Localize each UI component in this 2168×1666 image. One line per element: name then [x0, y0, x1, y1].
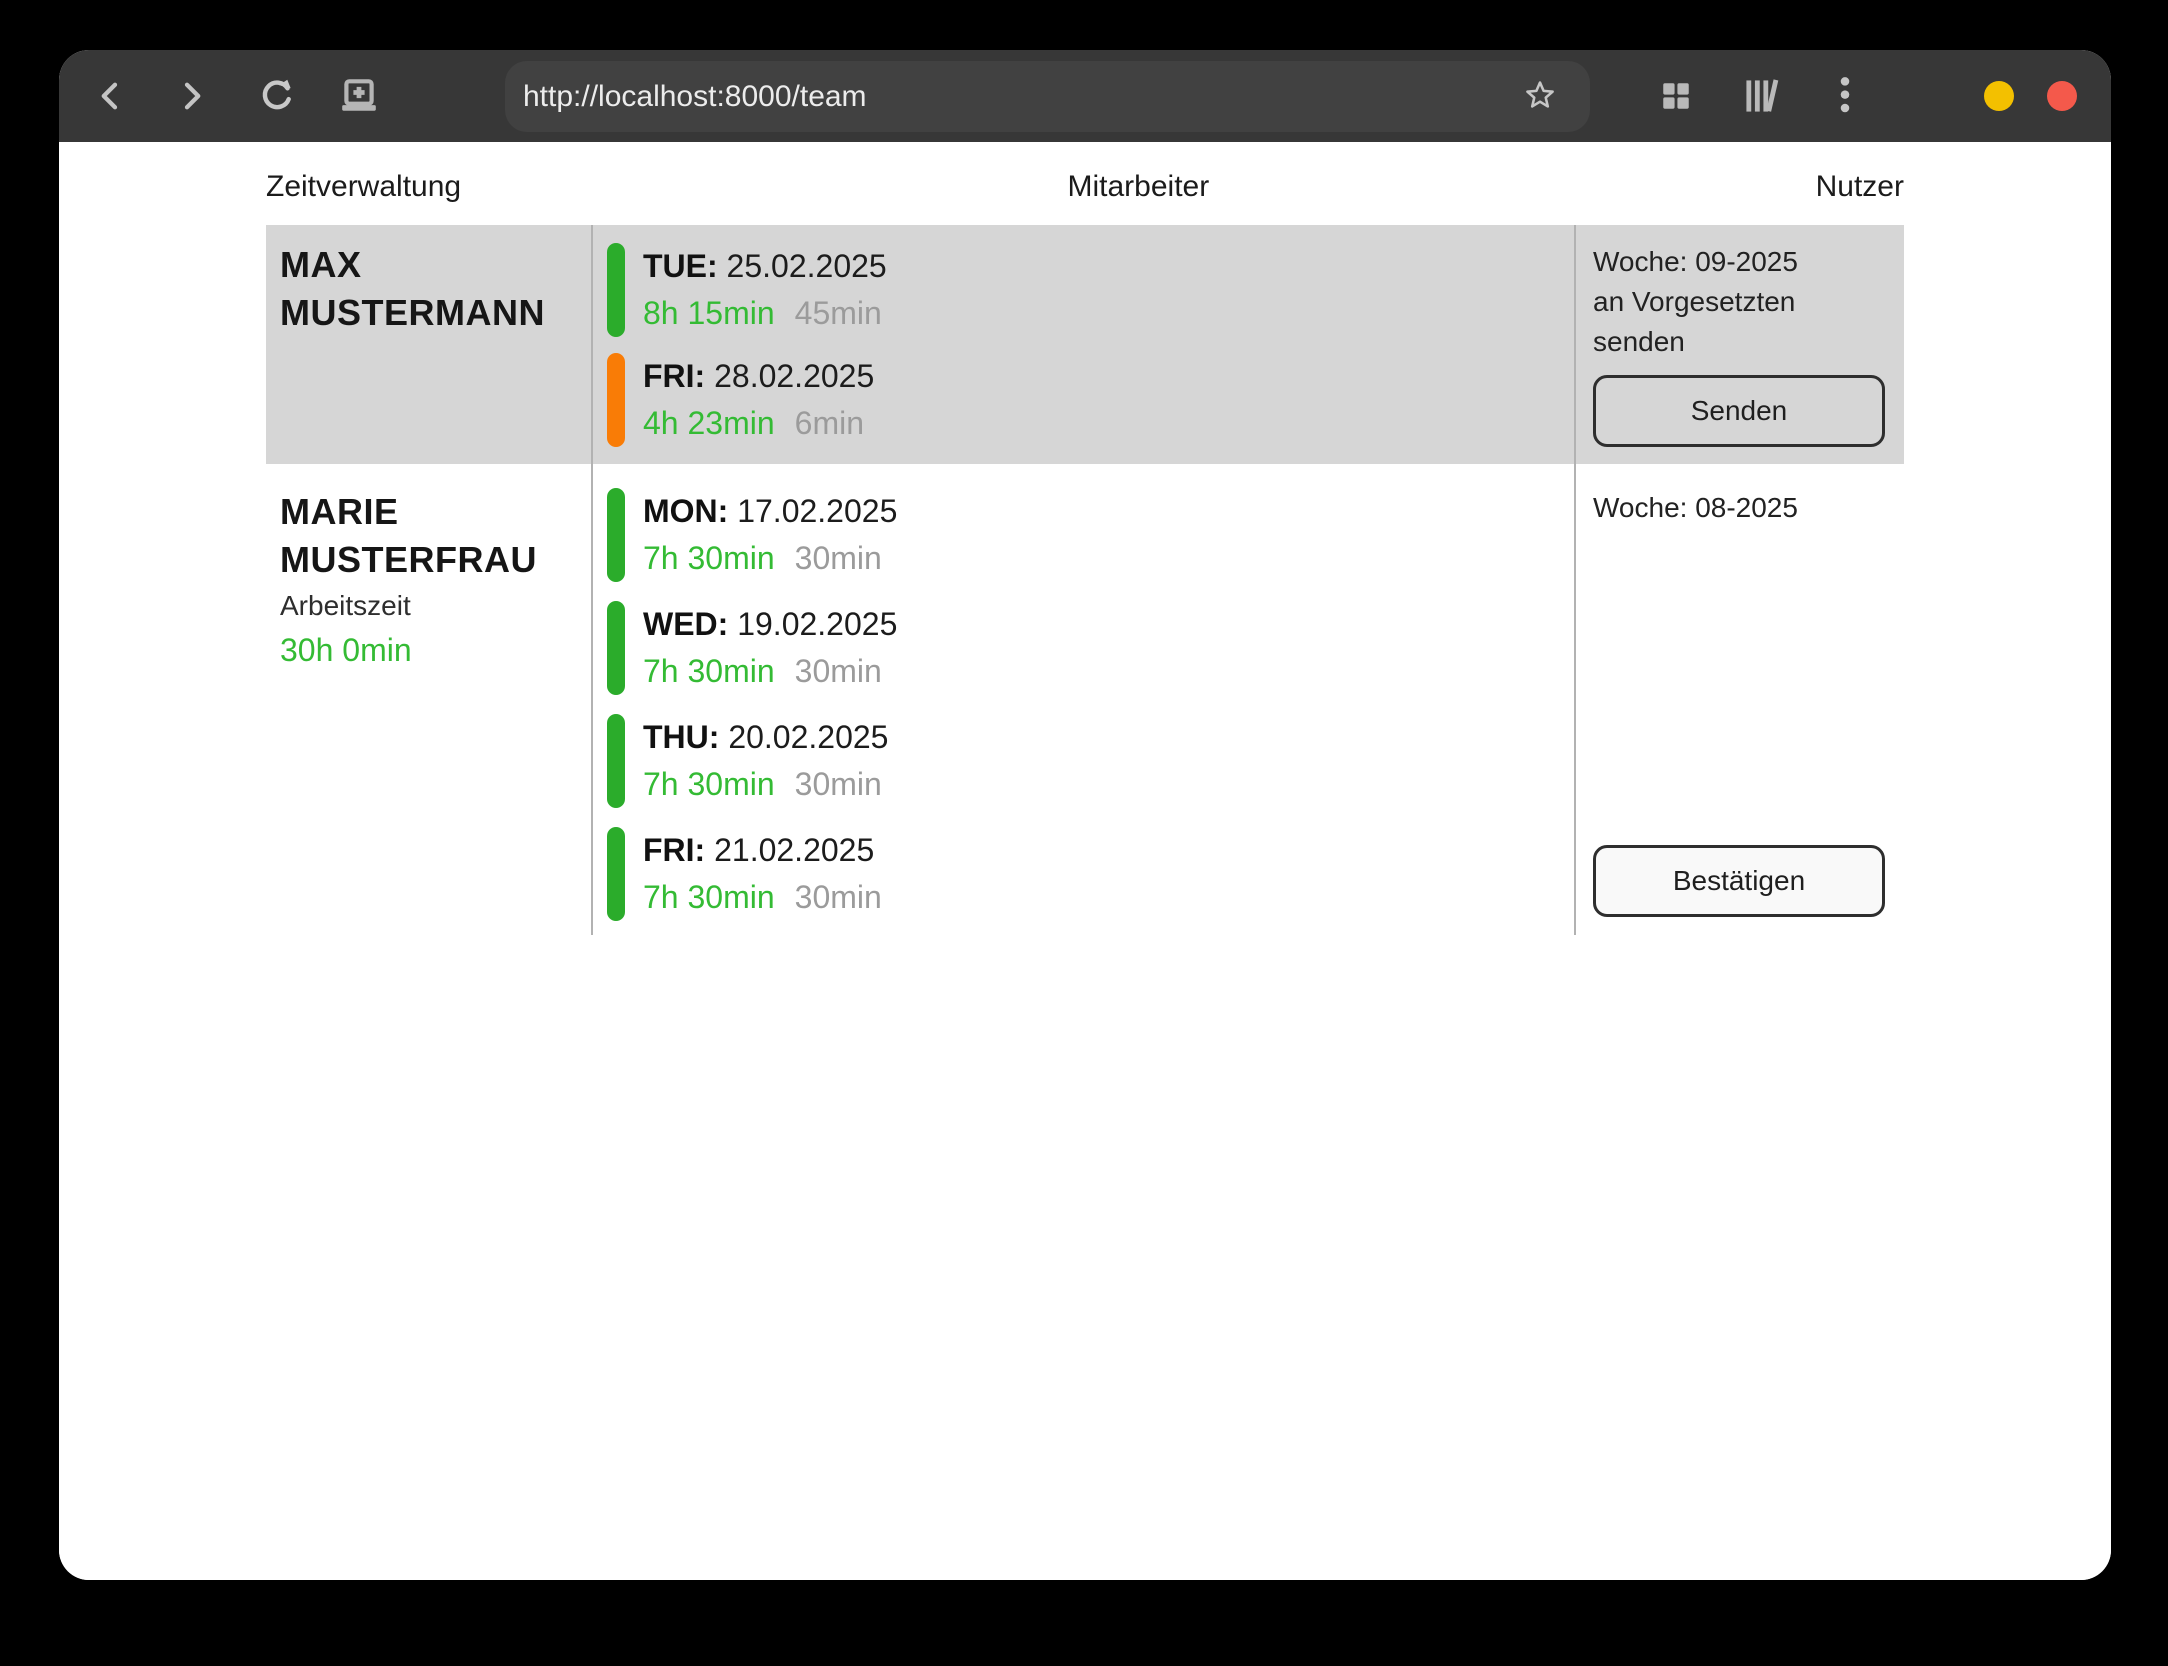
employee-name-marie: MARIE MUSTERFRAU Arbeitszeit 30h 0min: [280, 488, 537, 672]
entry-worked-time: 7h 30min: [643, 653, 775, 689]
library-button[interactable]: [1738, 72, 1786, 120]
bestaetigen-button[interactable]: Bestätigen: [1593, 845, 1885, 917]
entry-worked-time: 7h 30min: [643, 766, 775, 802]
status-bar: [607, 827, 625, 921]
entry-break-time: 45min: [795, 295, 882, 331]
employee-name-line: MAX: [280, 241, 545, 289]
entry-day: TUE:: [643, 248, 718, 284]
week-line: an Vorgesetzten: [1593, 282, 1893, 322]
time-entry: THU: 20.02.2025 7h 30min 30min: [607, 714, 897, 808]
entry-worked-time: 7h 30min: [643, 879, 775, 915]
week-line: senden: [1593, 322, 1893, 362]
header-mitarbeiter: Mitarbeiter: [1068, 170, 1210, 204]
address-bar[interactable]: http://localhost:8000/team: [505, 61, 1590, 132]
status-bar: [607, 714, 625, 808]
week-info-marie: Woche: 08-2025: [1593, 488, 1893, 528]
employee-name-max: MAX MUSTERMANN: [280, 241, 545, 337]
senden-button[interactable]: Senden: [1593, 375, 1885, 447]
browser-toolbar: http://localhost:8000/team: [59, 50, 2111, 142]
library-icon: [1743, 79, 1781, 113]
week-info-max: Woche: 09-2025 an Vorgesetzten senden: [1593, 242, 1893, 362]
back-icon: [95, 79, 125, 113]
entry-break-time: 6min: [795, 405, 864, 441]
time-entry: MON: 17.02.2025 7h 30min 30min: [607, 488, 897, 582]
entry-day: FRI:: [643, 358, 705, 394]
entry-day: MON:: [643, 493, 728, 529]
time-entry: FRI: 21.02.2025 7h 30min 30min: [607, 827, 897, 921]
entry-date: 21.02.2025: [714, 832, 874, 868]
entry-date: 20.02.2025: [728, 719, 888, 755]
worktime-value: 30h 0min: [280, 628, 537, 672]
entry-date: 17.02.2025: [737, 493, 897, 529]
employee-name-line: MUSTERFRAU: [280, 536, 537, 584]
url-text[interactable]: http://localhost:8000/team: [523, 80, 1590, 114]
week-line: Woche: 08-2025: [1593, 488, 1893, 528]
entry-date: 25.02.2025: [727, 248, 887, 284]
column-divider: [591, 225, 593, 935]
time-entries-marie: MON: 17.02.2025 7h 30min 30min WED: 19.02…: [607, 488, 897, 940]
page-header: Zeitverwaltung Mitarbeiter Nutzer: [266, 168, 1904, 206]
entry-worked-time: 7h 30min: [643, 540, 775, 576]
bookmark-star-icon: [1523, 78, 1557, 115]
open-pages-button[interactable]: [1652, 72, 1700, 120]
week-line: Woche: 09-2025: [1593, 242, 1893, 282]
back-button[interactable]: [86, 72, 134, 120]
worktime-label: Arbeitszeit: [280, 584, 537, 628]
reload-button[interactable]: [253, 72, 301, 120]
new-tab-button[interactable]: [335, 72, 383, 120]
status-bar: [607, 243, 625, 337]
entry-day: WED:: [643, 606, 728, 642]
header-zeitverwaltung: Zeitverwaltung: [266, 170, 461, 204]
kebab-menu-icon: [1830, 76, 1860, 116]
entry-date: 28.02.2025: [714, 358, 874, 394]
entry-break-time: 30min: [795, 653, 882, 689]
entry-break-time: 30min: [795, 766, 882, 802]
status-bar: [607, 488, 625, 582]
forward-button[interactable]: [168, 72, 216, 120]
status-bar: [607, 601, 625, 695]
employee-name-line: MUSTERMANN: [280, 289, 545, 337]
entry-date: 19.02.2025: [737, 606, 897, 642]
close-window-button[interactable]: [2047, 81, 2077, 111]
entry-worked-time: 4h 23min: [643, 405, 775, 441]
menu-button[interactable]: [1821, 72, 1869, 120]
employee-name-line: MARIE: [280, 488, 537, 536]
entry-day: THU:: [643, 719, 719, 755]
bookmark-button[interactable]: [1520, 77, 1560, 117]
entry-break-time: 30min: [795, 879, 882, 915]
entry-worked-time: 8h 15min: [643, 295, 775, 331]
time-entry: TUE: 25.02.2025 8h 15min 45min: [607, 243, 887, 337]
forward-icon: [177, 79, 207, 113]
page-content: Zeitverwaltung Mitarbeiter Nutzer MAX MU…: [59, 142, 2111, 1580]
new-tab-icon: [338, 77, 380, 115]
header-nutzer: Nutzer: [1816, 170, 1904, 204]
status-bar: [607, 353, 625, 447]
browser-window: http://localhost:8000/team: [59, 50, 2111, 1580]
entry-break-time: 30min: [795, 540, 882, 576]
time-entry: FRI: 28.02.2025 4h 23min 6min: [607, 353, 887, 447]
reload-icon: [257, 76, 297, 116]
pages-grid-icon: [1659, 79, 1693, 113]
minimize-window-button[interactable]: [1984, 81, 2014, 111]
entry-day: FRI:: [643, 832, 705, 868]
time-entry: WED: 19.02.2025 7h 30min 30min: [607, 601, 897, 695]
column-divider: [1574, 225, 1576, 935]
time-entries-max: TUE: 25.02.2025 8h 15min 45min FRI: 28.02…: [607, 243, 887, 463]
